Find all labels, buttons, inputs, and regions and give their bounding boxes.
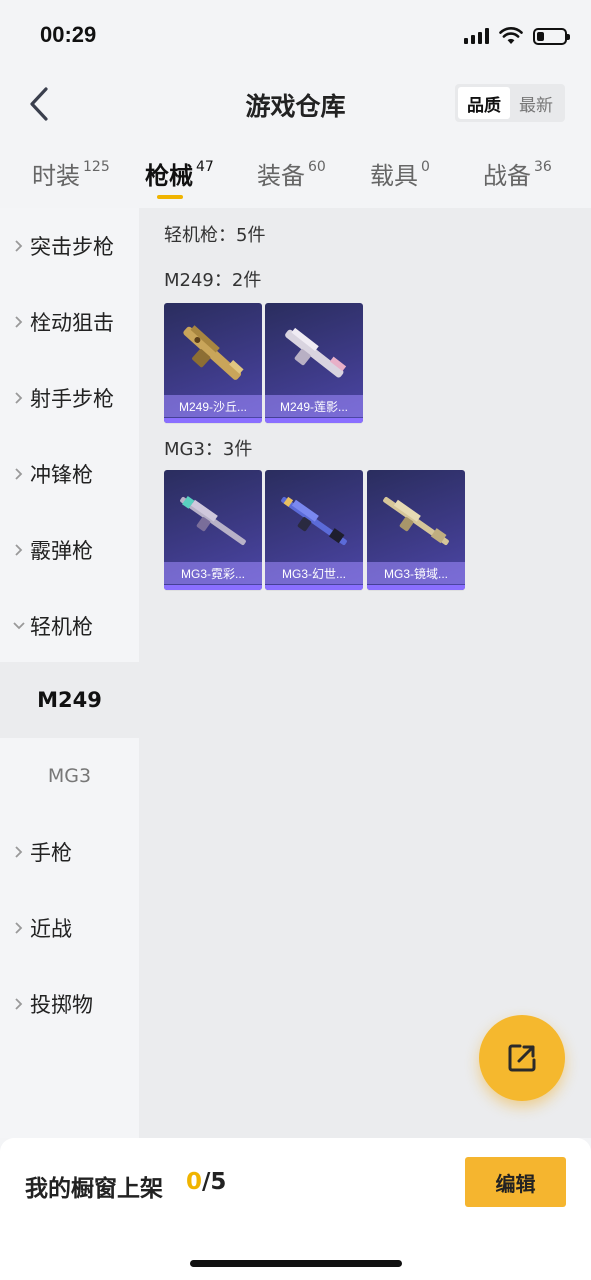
rarity-bar [265,418,363,423]
sidebar-subitem-mg3[interactable]: MG3 [0,738,139,814]
weapon-card[interactable]: MG3-霓彩... [164,470,262,590]
tab-battle-prep[interactable]: 战备 36 [483,156,552,200]
weapon-card-name: M249-莲影... [265,395,363,417]
sidebar-item-label: 手枪 [30,841,72,865]
header: 游戏仓库 品质 最新 [0,70,591,140]
sidebar-item-melee[interactable]: 近战 [0,890,139,966]
rarity-bar [367,585,465,590]
sidebar-item-label: 冲锋枪 [30,463,93,487]
showcase-total-count: /5 [202,1169,227,1195]
sidebar-item-lmg[interactable]: 轻机枪 [0,588,139,664]
mg3-weapon-icon [281,496,347,546]
status-icons [464,25,570,47]
weapon-card[interactable]: MG3-镜域... [367,470,465,590]
cellular-signal-icon [464,28,489,44]
sidebar-subitem-m249[interactable]: M249 [0,662,139,738]
tab-label: 载具 [370,162,418,190]
sidebar-item-label: 投掷物 [30,993,93,1017]
sort-newest-option[interactable]: 最新 [510,87,562,119]
sidebar-item-label: 轻机枪 [30,615,93,639]
category-total: 轻机枪：5件 [164,225,266,246]
status-bar: 00:29 [0,0,591,70]
rarity-bar [265,585,363,590]
chevron-down-icon [8,621,30,631]
weapon-card-name: M249-沙丘... [164,395,262,417]
weapon-card[interactable]: MG3-幻世... [265,470,363,590]
battery-icon [533,27,570,45]
chevron-right-icon [8,997,30,1011]
chevron-right-icon [8,921,30,935]
tab-count: 36 [534,159,552,175]
chevron-right-icon [8,467,30,481]
inventory-content: 轻机枪：5件 M249：2件 M249-沙丘... M249-莲影... MG3… [139,208,591,1138]
sidebar-item-label: 突击步枪 [30,235,114,259]
weapon-card-name: MG3-幻世... [265,562,363,584]
weapon-card[interactable]: M249-莲影... [265,303,363,423]
tab-vehicles[interactable]: 载具 0 [370,156,430,200]
sidebar-item-shotgun[interactable]: 霰弹枪 [0,512,139,588]
showcase-count: 0/5 [186,1169,226,1195]
tab-firearms[interactable]: 枪械 47 [145,156,214,200]
tab-equipment[interactable]: 装备 60 [257,156,326,200]
chevron-right-icon [8,543,30,557]
m249-weapon-icon [285,327,347,378]
mg3-weapon-icon [383,496,449,546]
tab-label: 枪械 [145,162,193,190]
sidebar-item-smg[interactable]: 冲锋枪 [0,436,139,512]
sort-toggle[interactable]: 品质 最新 [455,84,565,122]
wifi-icon [499,27,523,44]
edit-button[interactable]: 编辑 [465,1157,566,1207]
share-external-icon [508,1044,536,1072]
share-button[interactable] [479,1015,565,1101]
chevron-right-icon [8,391,30,405]
sidebar-item-throwable[interactable]: 投掷物 [0,966,139,1042]
chevron-right-icon [8,239,30,253]
rarity-bar [164,585,262,590]
tab-label: 时装 [32,162,80,190]
chevron-right-icon [8,315,30,329]
mg3-weapon-icon [180,496,246,546]
sidebar-item-marksman-rifle[interactable]: 射手步枪 [0,360,139,436]
tab-count: 47 [196,159,214,175]
sidebar-item-label: 近战 [30,917,72,941]
sidebar-item-pistol[interactable]: 手枪 [0,814,139,890]
chevron-right-icon [8,845,30,859]
tab-count: 125 [83,159,110,175]
tab-label: 战备 [483,162,531,190]
weapon-card[interactable]: M249-沙丘... [164,303,262,423]
tab-label: 装备 [257,162,305,190]
sidebar-item-label: 射手步枪 [30,387,114,411]
group-title: M249：2件 [164,270,262,291]
weapon-card-name: MG3-霓彩... [164,562,262,584]
sidebar-item-label: 栓动狙击 [30,311,114,335]
sidebar-item-label: 霰弹枪 [30,539,93,563]
status-time: 00:29 [40,22,97,47]
showcase-bar: 我的橱窗上架 0/5 编辑 [0,1138,591,1280]
sort-quality-option[interactable]: 品质 [458,87,510,119]
m249-weapon-icon [183,325,244,380]
rarity-bar [164,418,262,423]
showcase-used-count: 0 [186,1169,203,1195]
showcase-label: 我的橱窗上架 [25,1176,163,1202]
sidebar-item-assault-rifle[interactable]: 突击步枪 [0,208,139,284]
tab-fashion[interactable]: 时装 125 [32,156,110,200]
category-tabs: 时装 125 枪械 47 装备 60 载具 0 战备 36 [0,150,591,208]
home-indicator [190,1260,402,1267]
group-title: MG3：3件 [164,439,253,460]
weapon-type-sidebar: 突击步枪 栓动狙击 射手步枪 冲锋枪 霰弹枪 轻机枪 M249 MG3 手枪 近… [0,208,139,1138]
sidebar-item-bolt-sniper[interactable]: 栓动狙击 [0,284,139,360]
tab-count: 60 [308,159,326,175]
tab-count: 0 [421,159,430,175]
active-tab-indicator [157,195,183,199]
weapon-card-name: MG3-镜域... [367,562,465,584]
